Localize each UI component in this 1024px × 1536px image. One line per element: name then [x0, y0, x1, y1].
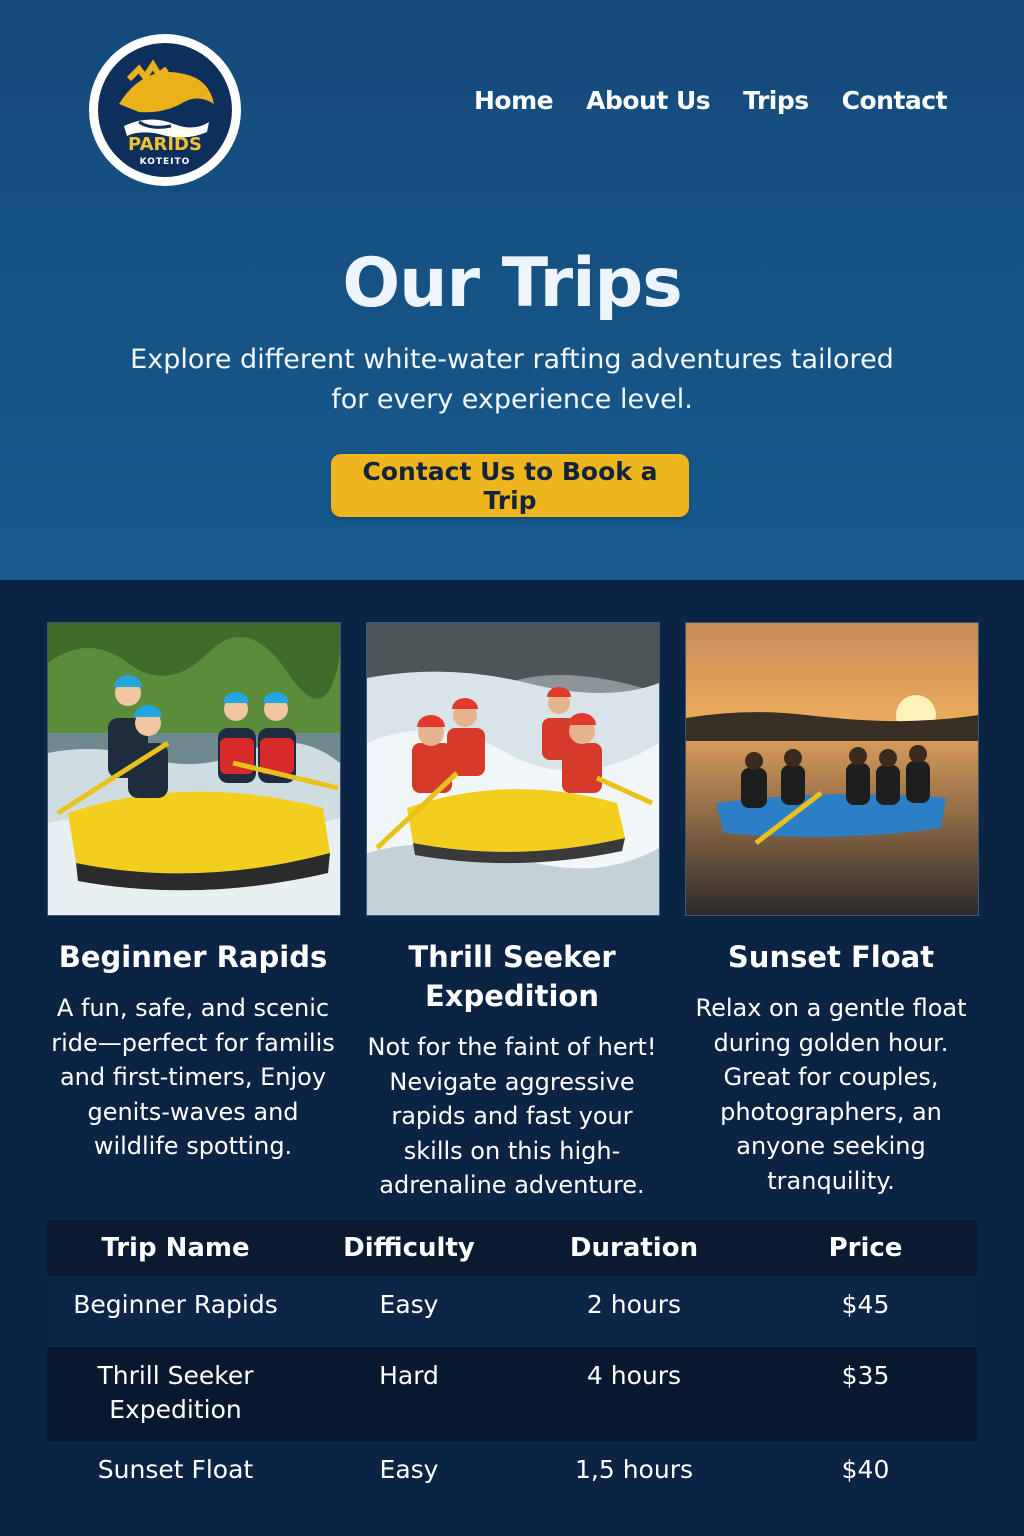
trip-name-cell: Sunset Float	[47, 1441, 304, 1513]
trip-description: Not for the faint of hert! Nevigate aggr…	[367, 1033, 657, 1199]
column-header: Difficulty	[304, 1220, 514, 1276]
trip-title: Thrill Seeker Expedition	[408, 940, 616, 1013]
trips-section: Beginner Rapids A fun, safe, and scenic …	[0, 580, 1024, 1536]
trip-card-sunset-float[interactable]: Sunset Float Relax on a gentle float dur…	[685, 622, 979, 1198]
page-title: Our Trips	[342, 244, 682, 323]
table-row[interactable]: Sunset Float Easy 1,5 hours $40	[47, 1441, 977, 1513]
trip-description: A fun, safe, and scenic ride—perfect for…	[51, 994, 335, 1160]
duration-cell: 4 hours	[514, 1347, 754, 1441]
hero-subtitle: Explore different white-water rafting ad…	[130, 344, 894, 415]
trip-title: Beginner Rapids	[58, 940, 328, 974]
sunset-float-image	[686, 623, 978, 915]
trip-name-cell: Beginner Rapids	[47, 1276, 304, 1347]
trip-photo-sunset-float	[685, 622, 979, 916]
trip-name-cell: Thrill Seeker Expedition	[47, 1347, 304, 1441]
brand-logo[interactable]: PARIDS KOTEITO	[89, 34, 241, 186]
trip-card-beginner-rapids[interactable]: Beginner Rapids A fun, safe, and scenic …	[47, 622, 341, 1164]
duration-cell: 2 hours	[514, 1276, 754, 1347]
price-cell: $40	[754, 1441, 977, 1513]
book-trip-button[interactable]: Contact Us to Book a Trip	[331, 454, 689, 517]
nav-link-trips[interactable]: Trips	[743, 86, 809, 115]
nav-link-home[interactable]: Home	[474, 86, 554, 115]
price-cell: $35	[754, 1347, 977, 1441]
hero-section: PARIDS KOTEITO Home About Us Trips Conta…	[0, 0, 1024, 580]
difficulty-cell: Easy	[304, 1441, 514, 1513]
logo-name-text: PARIDS	[128, 134, 202, 155]
trip-title: Sunset Float	[727, 940, 935, 974]
table-header-row: Trip Name Difficulty Duration Price	[47, 1220, 977, 1276]
trips-table: Trip Name Difficulty Duration Price Begi…	[47, 1220, 977, 1513]
logo-tagline-text: KOTEITO	[140, 157, 191, 167]
thrill-seeker-image	[367, 623, 659, 915]
beginner-rapids-image	[48, 623, 340, 915]
column-header: Price	[754, 1220, 977, 1276]
table-row[interactable]: Thrill Seeker Expedition Hard 4 hours $3…	[47, 1347, 977, 1441]
difficulty-cell: Hard	[304, 1347, 514, 1441]
price-cell: $45	[754, 1276, 977, 1347]
trip-card-thrill-seeker[interactable]: Thrill Seeker Expedition Not for the fai…	[366, 622, 660, 1203]
trip-photo-beginner-rapids	[47, 622, 341, 916]
duration-cell: 1,5 hours	[514, 1441, 754, 1513]
trip-photo-thrill-seeker	[366, 622, 660, 916]
logo-badge-icon: PARIDS KOTEITO	[93, 38, 237, 182]
main-nav: Home About Us Trips Contact	[474, 86, 948, 115]
column-header: Duration	[514, 1220, 754, 1276]
trip-description: Relax on a gentle float during golden ho…	[695, 994, 967, 1195]
difficulty-cell: Easy	[304, 1276, 514, 1347]
column-header: Trip Name	[47, 1220, 304, 1276]
nav-link-about-us[interactable]: About Us	[586, 86, 711, 115]
nav-link-contact[interactable]: Contact	[842, 86, 948, 115]
table-row[interactable]: Beginner Rapids Easy 2 hours $45	[47, 1276, 977, 1347]
